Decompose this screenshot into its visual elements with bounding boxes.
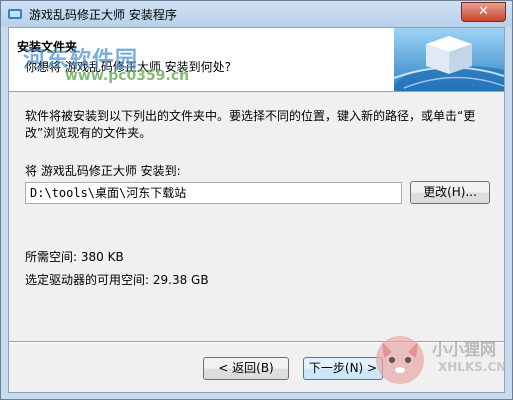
description-text: 软件将被安装到以下列出的文件夹中。要选择不同的位置，键入新的路径，或单击“更改”… [25,109,476,140]
back-button[interactable]: < 返回(B) [203,357,289,380]
header-panel: 安装文件夹 你想将 游戏乱码修正大师 安装到何处? 河东软件园 www.pc03… [9,28,504,92]
cube-globe-graphic [394,28,504,91]
watermark-logo: 小小狸网 XHLKS.CN [370,328,506,388]
watermark-url: www.pc0359.cn [65,68,190,84]
install-location-label: 将 游戏乱码修正大师 安装到: [25,164,181,178]
close-button[interactable]: ✕ [461,2,506,22]
change-folder-button[interactable]: 更改(H)... [410,181,490,204]
install-path-input[interactable]: D:\tools\桌面\河东下载站 [25,182,402,204]
window-title: 游戏乱码修正大师 安装程序 [29,8,177,22]
dialog-body: 安装文件夹 你想将 游戏乱码修正大师 安装到何处? 河东软件园 www.pc03… [8,27,506,393]
watermark-brand-bottom: 小小狸网 [432,340,497,359]
title-bar[interactable]: 游戏乱码修正大师 安装程序 ✕ [1,1,512,27]
fox-logo-icon [376,336,424,384]
watermark-url-bottom: XHLKS.CN [438,360,507,374]
installer-icon [8,9,22,19]
space-required-text: 所需空间: 380 KB [25,250,124,264]
installer-window: 游戏乱码修正大师 安装程序 ✕ 安装文件夹 你想将 游戏乱码修正大师 安装到何处… [0,0,513,400]
space-available-text: 选定驱动器的可用空间: 29.38 GB [25,273,209,287]
